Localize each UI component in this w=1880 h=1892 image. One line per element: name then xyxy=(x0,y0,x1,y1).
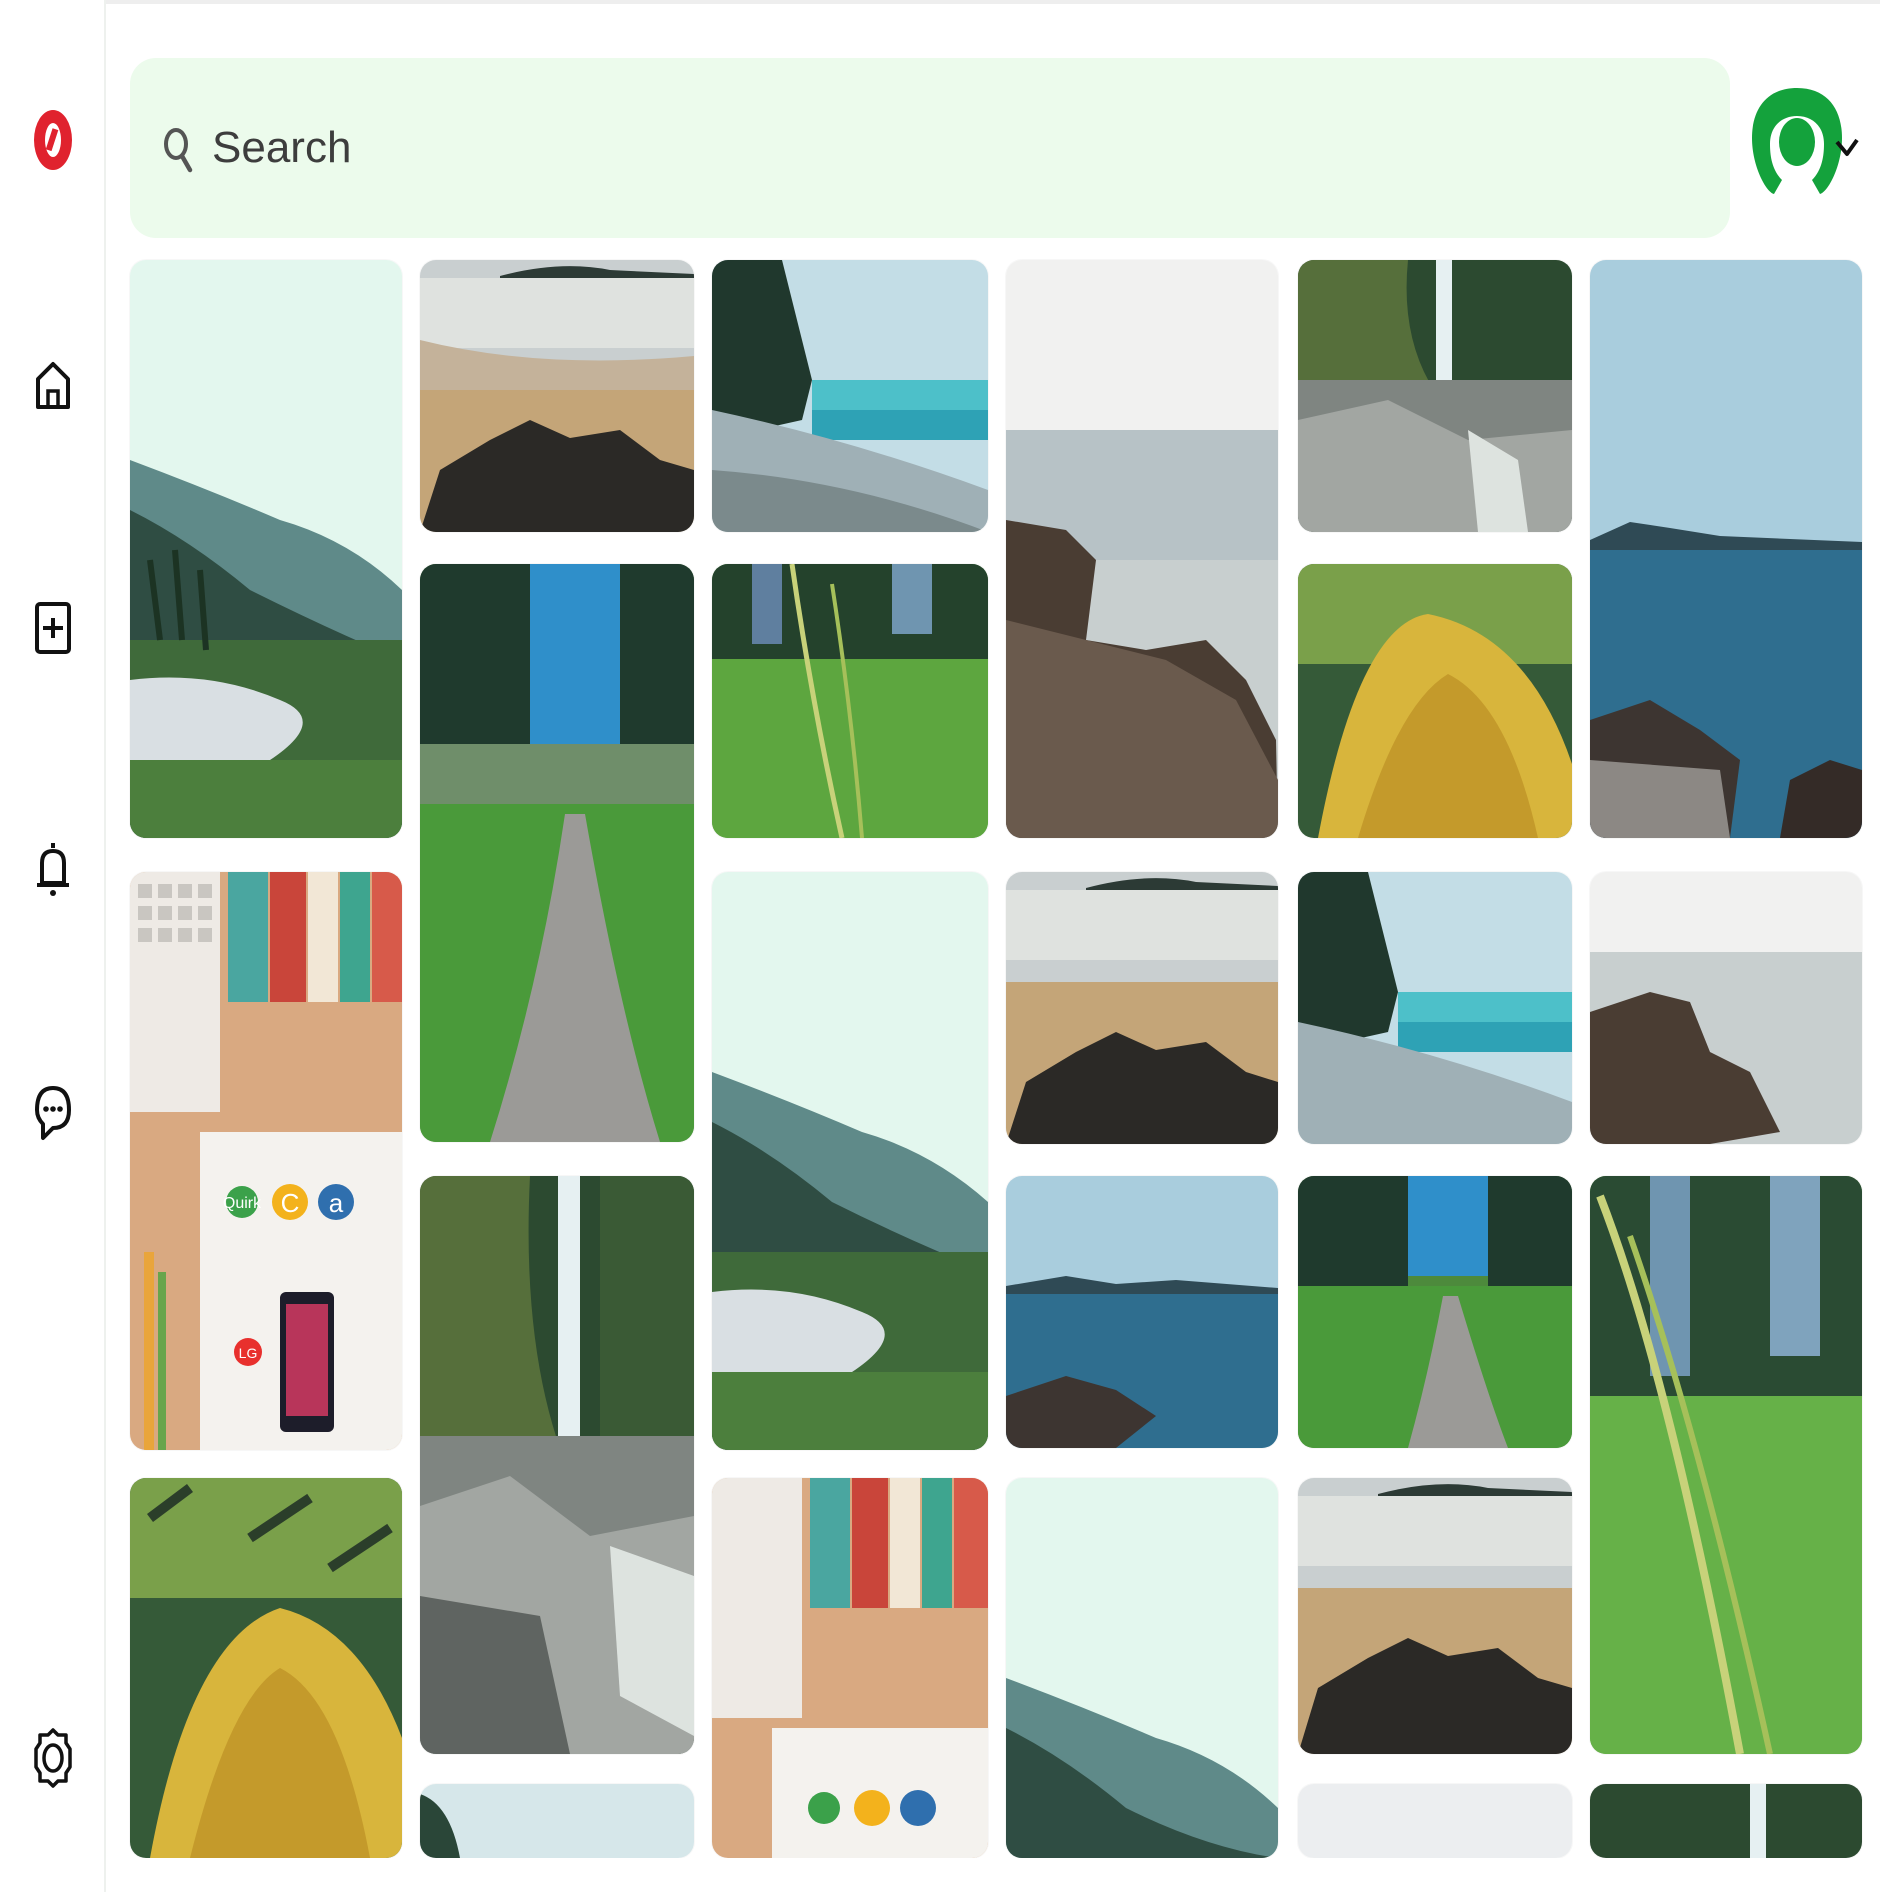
pin-blue-sea-island[interactable] xyxy=(1006,1176,1278,1448)
pin-forest-path[interactable] xyxy=(420,564,694,1142)
pin-sandy-beach-rocks-3[interactable] xyxy=(1298,1478,1572,1754)
pin-blue-sea-island-2[interactable] xyxy=(1590,260,1862,838)
pin-yellow-flower-bush-2[interactable] xyxy=(1298,564,1572,838)
app-label: Quirk xyxy=(223,1195,262,1212)
pin-waterfall-rocks-2[interactable] xyxy=(1298,260,1572,532)
pin-desk-books-apps[interactable]: Quirk C a LG xyxy=(130,872,402,1450)
pin-misty-cove[interactable] xyxy=(420,1784,694,1858)
pin-sandy-beach-rocks[interactable] xyxy=(420,260,694,532)
app-label: a xyxy=(329,1188,344,1218)
pin-waterfall-rocks[interactable] xyxy=(420,1176,694,1754)
pin-grass-meadow-2[interactable] xyxy=(1590,1176,1862,1754)
pin-pale-sky[interactable] xyxy=(1298,1784,1572,1858)
pin-yellow-flower-bush[interactable] xyxy=(130,1478,402,1858)
pin-waterfall-rocks-3[interactable] xyxy=(1590,1784,1862,1858)
pin-coastal-forest-beach-2[interactable] xyxy=(1298,872,1572,1144)
pin-desk-books-apps-2[interactable] xyxy=(712,1478,988,1858)
pin-misty-forest-estuary[interactable] xyxy=(130,260,402,838)
pin-misty-forest-estuary-2[interactable] xyxy=(712,872,988,1450)
pin-coastal-forest-beach[interactable] xyxy=(712,260,988,532)
pin-feed: Quirk C a LG xyxy=(0,0,1880,1892)
app-label: LG xyxy=(239,1345,258,1361)
pin-sandy-beach-rocks-2[interactable] xyxy=(1006,872,1278,1144)
pin-misty-forest-estuary-3[interactable] xyxy=(1006,1478,1278,1858)
bottom-edge xyxy=(106,1858,1880,1892)
pin-rocky-shore-sea-2[interactable] xyxy=(1590,872,1862,1144)
pin-forest-path-2[interactable] xyxy=(1298,1176,1572,1448)
pin-grass-meadow[interactable] xyxy=(712,564,988,838)
app-label: C xyxy=(281,1188,300,1218)
pin-rocky-shore-sea[interactable] xyxy=(1006,260,1278,838)
